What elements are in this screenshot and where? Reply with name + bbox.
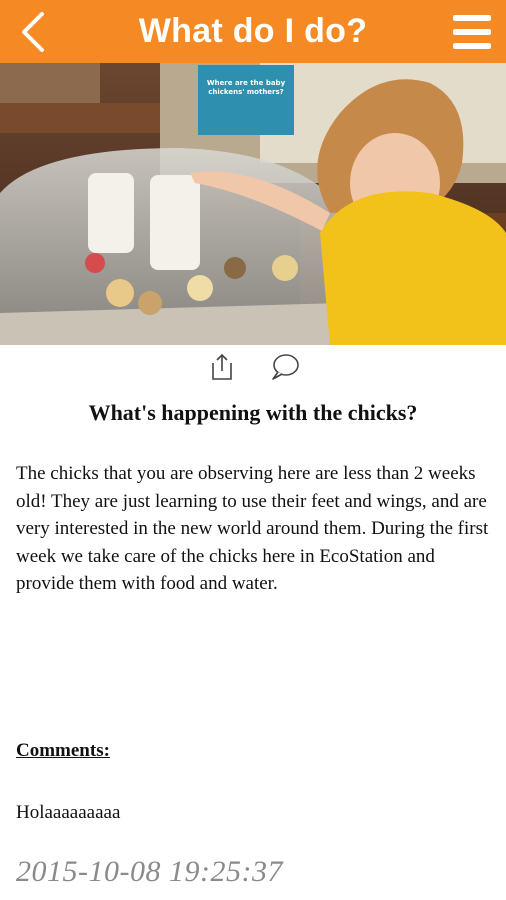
speech-bubble-icon	[272, 354, 299, 380]
chicks-photo: Where are the baby chickens' mothers?	[0, 63, 506, 345]
chevron-left-icon	[22, 12, 44, 52]
sign-line-2: chickens' mothers?	[208, 88, 284, 96]
share-button[interactable]	[208, 352, 236, 382]
share-icon	[212, 353, 232, 380]
action-bar	[0, 350, 506, 384]
photo-illustration: Where are the baby chickens' mothers?	[0, 63, 506, 345]
article-body: The chicks that you are observing here a…	[16, 463, 489, 594]
back-button[interactable]	[14, 10, 54, 54]
comment-timestamp: 2015-10-08 19:25:37	[16, 855, 283, 888]
sign-line-1: Where are the baby	[207, 79, 286, 87]
comment-button[interactable]	[268, 352, 302, 382]
comment-text: Holaaaaaaaaa	[16, 802, 121, 823]
article-heading: What's happening with the chicks?	[88, 400, 418, 425]
page-title: What do I do?	[138, 12, 368, 50]
app-header: What do I do?	[0, 0, 506, 63]
comments-label: Comments:	[16, 740, 110, 761]
menu-button[interactable]	[452, 12, 492, 52]
hamburger-menu-icon	[453, 15, 491, 49]
